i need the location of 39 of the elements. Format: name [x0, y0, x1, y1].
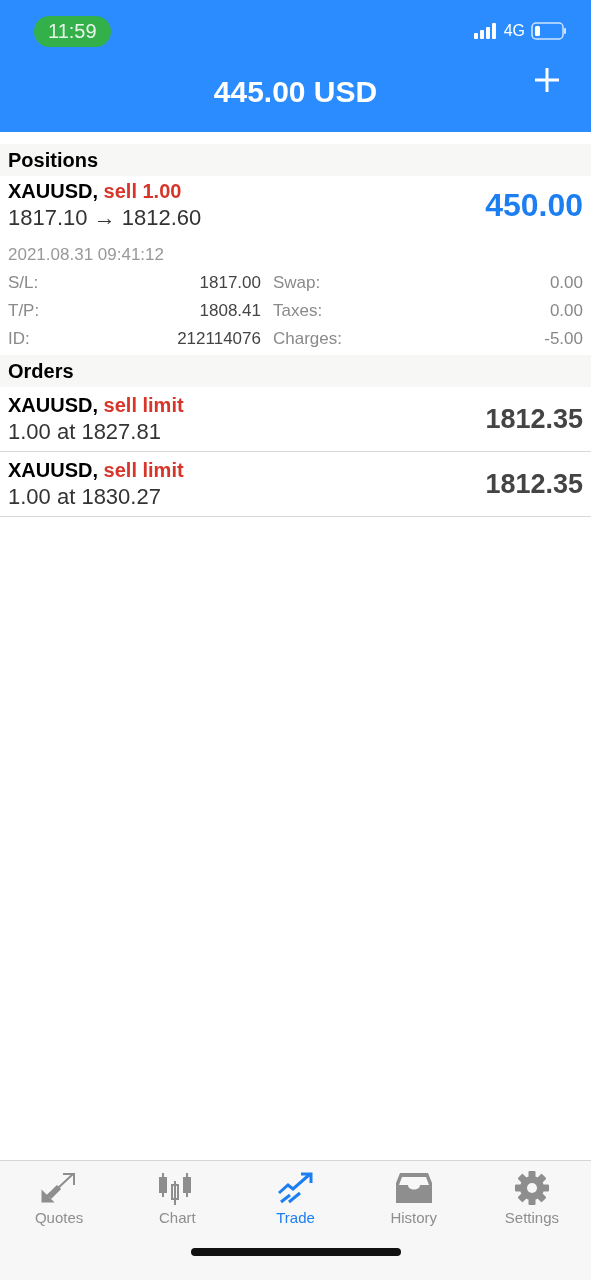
tab[interactable]: Trade — [236, 1171, 355, 1226]
add-button[interactable] — [533, 66, 561, 94]
order-detail: 1.00 at 1827.81 — [8, 418, 162, 445]
order-price: 1812.35 — [485, 468, 583, 500]
detail-value: 0.00 — [548, 301, 583, 321]
status-time: 11:59 — [34, 15, 111, 47]
order-title: XAUUSD, sell limit — [8, 458, 184, 482]
order-row[interactable]: XAUUSD, sell limit 1.00 at 1830.27 1812.35 — [0, 452, 591, 517]
tab[interactable]: Settings — [472, 1171, 591, 1226]
order-price: 1812.35 — [485, 403, 583, 435]
detail-label: Swap: — [272, 273, 322, 293]
price-range: 1817.10 → 1812.60 — [8, 205, 202, 231]
detail-label: Taxes: — [272, 301, 324, 321]
detail-label: T/P: — [8, 301, 41, 321]
tab[interactable]: History — [354, 1171, 473, 1226]
network-label: 4G — [503, 22, 525, 40]
detail-value: 0.00 — [548, 273, 583, 293]
profit-value: 450.00 — [485, 187, 583, 224]
section-title: Positions — [8, 148, 98, 172]
section-title: Orders — [8, 359, 74, 383]
detail-label: ID: — [8, 329, 31, 349]
battery-icon — [531, 22, 567, 40]
trend-icon — [275, 1171, 316, 1205]
detail-value: 212114076 — [176, 329, 261, 349]
open-time: 2021.08.31 09:41:12 — [8, 245, 165, 265]
detail-value: 1817.00 — [198, 273, 261, 293]
inbox-icon — [393, 1171, 434, 1205]
tab[interactable]: Chart — [118, 1171, 237, 1226]
order-row[interactable]: XAUUSD, sell limit 1.00 at 1827.81 1812.35 — [0, 387, 591, 452]
detail-label: S/L: — [8, 273, 40, 293]
detail-value: -5.00 — [543, 329, 583, 349]
detail-value: 1808.41 — [198, 301, 261, 321]
balance-title: 445.00 USD — [213, 75, 378, 109]
order-detail: 1.00 at 1830.27 — [8, 483, 162, 510]
position-title: XAUUSD, sell 1.00 — [8, 180, 183, 203]
detail-label: Charges: — [272, 329, 343, 349]
order-title: XAUUSD, sell limit — [8, 393, 184, 417]
tab[interactable]: Quotes — [0, 1171, 119, 1226]
signal-icon — [473, 23, 498, 39]
